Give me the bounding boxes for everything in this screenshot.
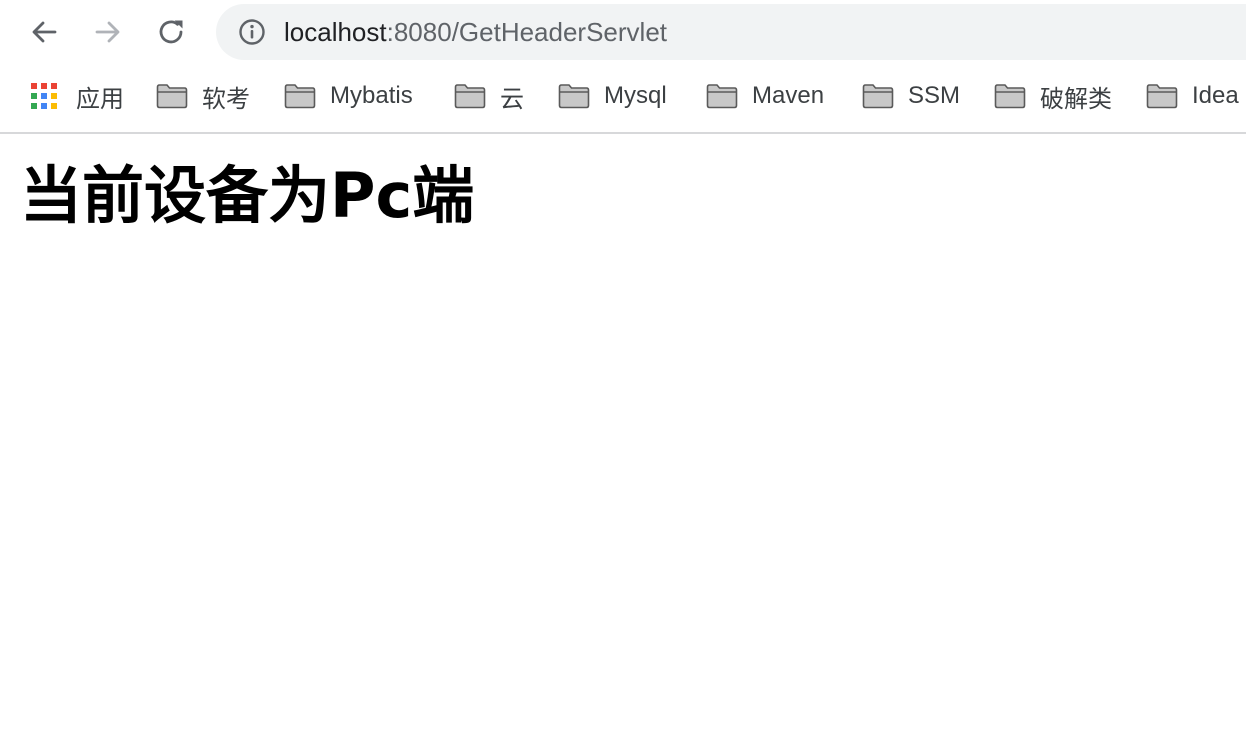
folder-icon (156, 84, 188, 109)
reload-icon (159, 20, 183, 44)
back-button[interactable] (26, 14, 62, 50)
page-content: 当前设备为Pc端 (0, 134, 1246, 738)
bookmark-apps[interactable]: 应用 (30, 78, 124, 114)
bookmark-label: 软考 (202, 85, 250, 113)
info-icon[interactable] (238, 18, 266, 46)
url-text[interactable]: localhost:8080/GetHeaderServlet (284, 4, 667, 60)
bookmarks-bar: 应用 软考 Mybatis 云 Mysql Maven SSM 破解类 Idea (0, 64, 1246, 134)
apps-grid-icon (31, 83, 57, 109)
url-path: :8080/GetHeaderServlet (386, 17, 668, 47)
bookmark-label: 破解类 (1040, 85, 1112, 113)
folder-icon (558, 84, 590, 109)
folder-icon (994, 84, 1026, 109)
folder-icon (454, 84, 486, 109)
folder-icon (862, 84, 894, 109)
arrow-right-icon (95, 21, 120, 43)
bookmark-folder-mysql[interactable]: Mysql (558, 78, 667, 114)
bookmark-label: 应用 (76, 85, 124, 113)
bookmark-label: SSM (908, 82, 961, 109)
address-bar[interactable]: localhost:8080/GetHeaderServlet (216, 4, 1246, 60)
bookmark-folder-idea[interactable]: Idea (1146, 78, 1239, 114)
page-heading: 当前设备为Pc端 (20, 159, 475, 232)
bookmark-label: Maven (752, 82, 825, 109)
folder-icon (706, 84, 738, 109)
bookmark-folder-pojielei[interactable]: 破解类 (994, 78, 1112, 114)
bookmark-folder-yun[interactable]: 云 (454, 78, 524, 114)
bookmark-label: 云 (500, 85, 524, 113)
bookmark-label: Mysql (604, 82, 667, 109)
bookmark-folder-mybatis[interactable]: Mybatis (284, 78, 413, 114)
arrow-left-icon (32, 21, 57, 43)
folder-icon (1146, 84, 1178, 109)
reload-button[interactable] (154, 14, 190, 50)
bookmark-label: Mybatis (330, 82, 413, 109)
forward-button[interactable] (90, 14, 126, 50)
browser-toolbar: localhost:8080/GetHeaderServlet (0, 0, 1246, 64)
bookmark-folder-ssm[interactable]: SSM (862, 78, 960, 114)
bookmark-folder-ruankao[interactable]: 软考 (156, 78, 250, 114)
folder-icon (284, 84, 316, 109)
bookmark-folder-maven[interactable]: Maven (706, 78, 824, 114)
bookmark-label: Idea (1192, 82, 1239, 109)
url-host: localhost (284, 17, 387, 47)
